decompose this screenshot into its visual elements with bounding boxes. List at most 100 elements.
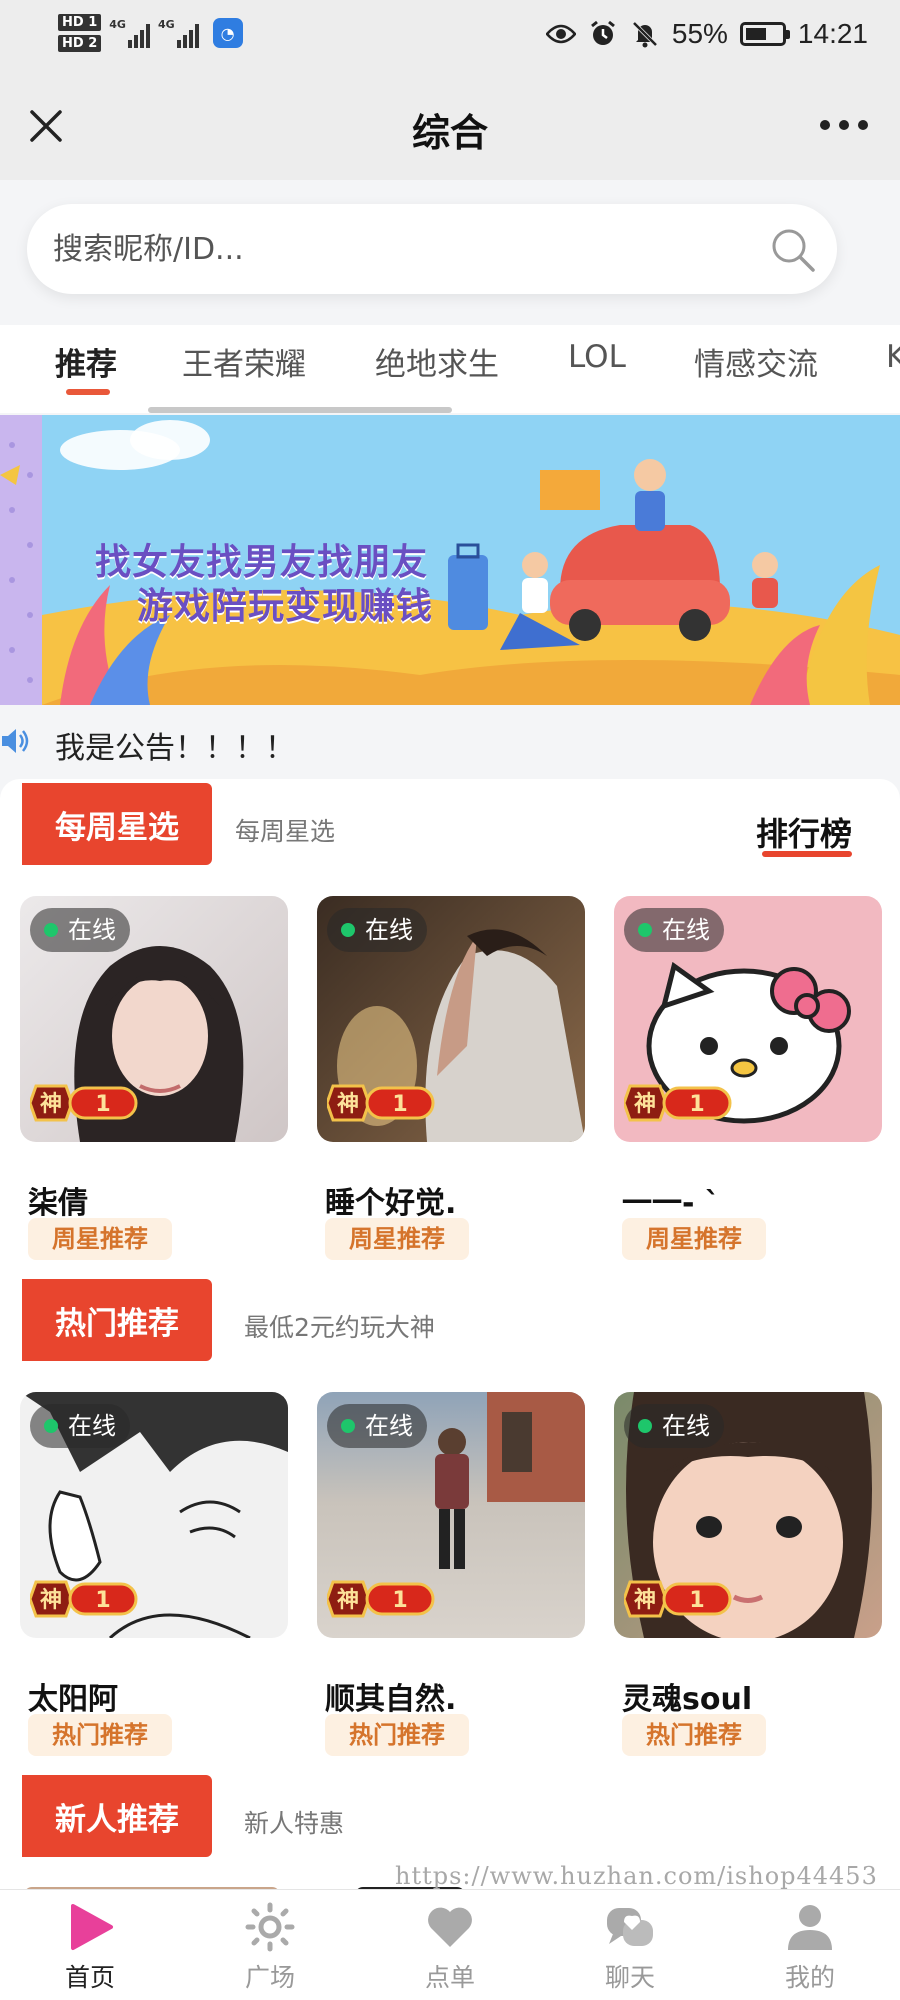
online-status-badge: 在线 bbox=[327, 1404, 427, 1448]
alarm-icon bbox=[588, 19, 618, 49]
tab-pubg[interactable]: 绝地求生 bbox=[375, 339, 499, 384]
rank-number: 1 bbox=[392, 1092, 407, 1117]
rank-number: 1 bbox=[689, 1092, 704, 1117]
nav-bar: 综合 bbox=[0, 78, 900, 180]
user-tag: 周星推荐 bbox=[622, 1218, 766, 1260]
tab-active-indicator bbox=[66, 389, 110, 395]
user-name: 顺其自然. bbox=[325, 1682, 457, 1717]
nav-square-label: 广场 bbox=[244, 1963, 295, 1992]
online-status-badge: 在线 bbox=[30, 1404, 130, 1448]
section-subtitle-hot: 最低2元约玩大神 bbox=[244, 1313, 435, 1342]
section-subtitle-newcomers: 新人特惠 bbox=[244, 1809, 345, 1838]
nav-home[interactable]: 首页 bbox=[0, 1890, 180, 2000]
clock: 14:21 bbox=[797, 18, 868, 49]
tabs-scrollbar[interactable] bbox=[148, 407, 452, 413]
play-icon bbox=[65, 1902, 115, 1952]
battery-percent: 55% bbox=[671, 18, 728, 49]
rank-number: 1 bbox=[392, 1588, 407, 1613]
user-photo: 在线 神 1 bbox=[20, 1392, 288, 1638]
rank-char: 神 bbox=[40, 1091, 62, 1117]
user-card[interactable]: 在线 神1 灵魂soul 热门推荐 bbox=[614, 1392, 882, 1756]
rank-char: 神 bbox=[634, 1091, 656, 1117]
section-title-newcomers: 新人推荐 bbox=[22, 1775, 212, 1857]
sim2-label: HD 2 bbox=[58, 35, 102, 52]
user-card[interactable]: 在线 神1 一一- ` 周星推荐 bbox=[614, 896, 882, 1260]
eye-icon bbox=[545, 19, 576, 49]
search-area bbox=[0, 180, 900, 325]
more-icon[interactable] bbox=[820, 120, 868, 130]
status-right: 55% 14:21 bbox=[545, 18, 868, 50]
online-status-badge: 在线 bbox=[624, 1404, 724, 1448]
tab-k[interactable]: K bbox=[886, 339, 900, 375]
leaderboard-link[interactable]: 排行榜 bbox=[756, 809, 852, 855]
section-title-weekly-stars: 每周星选 bbox=[22, 783, 212, 865]
user-tag: 热门推荐 bbox=[325, 1714, 469, 1756]
signal-2-icon: 4G bbox=[158, 18, 199, 48]
status-left: HD 1 HD 2 4G 4G ◔ bbox=[58, 14, 243, 52]
user-photo: 在线 神1 bbox=[20, 896, 288, 1142]
search-box[interactable] bbox=[27, 204, 837, 294]
section-title-hot: 热门推荐 bbox=[22, 1279, 212, 1361]
search-input[interactable] bbox=[53, 204, 753, 294]
nav-mine[interactable]: 我的 bbox=[720, 1890, 900, 2000]
user-tag: 热门推荐 bbox=[622, 1714, 766, 1756]
mute-bell-icon bbox=[630, 19, 660, 49]
user-card[interactable]: 在线 神1 柒倩 周星推荐 bbox=[20, 896, 288, 1260]
sim-indicators: HD 1 HD 2 bbox=[58, 14, 102, 52]
user-card[interactable]: 在线 神1 睡个好觉. 周星推荐 bbox=[317, 896, 585, 1260]
user-photo: 在线 神1 bbox=[614, 896, 882, 1142]
sun-icon bbox=[245, 1902, 295, 1952]
announcement-bar[interactable]: 我是公告！！！！ bbox=[0, 705, 900, 779]
user-name: 柒倩 bbox=[28, 1186, 88, 1221]
god-rank-badge: 神1 bbox=[28, 1078, 142, 1128]
section-subtitle-weekly-stars: 每周星选 bbox=[235, 817, 336, 846]
user-tag: 热门推荐 bbox=[28, 1714, 172, 1756]
user-tag: 周星推荐 bbox=[28, 1218, 172, 1260]
category-tabs: 推荐 王者荣耀 绝地求生 LOL 情感交流 K bbox=[0, 325, 900, 413]
god-rank-badge: 神1 bbox=[325, 1574, 439, 1624]
online-status-badge: 在线 bbox=[624, 908, 724, 952]
rank-char: 神 bbox=[337, 1587, 359, 1613]
tab-recommend[interactable]: 推荐 bbox=[55, 339, 117, 384]
rank-number: 1 bbox=[95, 1588, 110, 1613]
sim1-label: HD 1 bbox=[58, 14, 102, 31]
leaderboard-underline bbox=[762, 851, 852, 857]
rank-number: 1 bbox=[689, 1588, 704, 1613]
search-icon[interactable] bbox=[769, 226, 817, 274]
speaker-icon bbox=[0, 725, 30, 757]
user-icon bbox=[785, 1902, 835, 1952]
tab-honor-of-kings[interactable]: 王者荣耀 bbox=[182, 339, 306, 384]
banner-line-2: 游戏陪玩变现赚钱 bbox=[137, 586, 434, 627]
signal-1-icon: 4G bbox=[109, 18, 150, 48]
user-photo: 在线 神1 bbox=[317, 1392, 585, 1638]
bottom-nav: 首页 广场 点单 聊天 我的 bbox=[0, 1889, 900, 2000]
god-rank-badge: 神1 bbox=[622, 1078, 736, 1128]
user-name: 太阳阿 bbox=[28, 1682, 118, 1717]
announcement-text: 我是公告！！！！ bbox=[55, 731, 295, 766]
promo-banner[interactable]: 找女友找男友找朋友 游戏陪玩变现赚钱 bbox=[0, 415, 900, 705]
nav-square[interactable]: 广场 bbox=[180, 1890, 360, 2000]
watermark: https://www.huzhan.com/ishop44453 bbox=[395, 1862, 878, 1890]
battery-icon bbox=[739, 22, 790, 46]
nav-home-label: 首页 bbox=[64, 1963, 115, 1992]
user-tag: 周星推荐 bbox=[325, 1218, 469, 1260]
online-status-badge: 在线 bbox=[327, 908, 427, 952]
user-card[interactable]: 在线 神 1 太阳阿 热门推荐 bbox=[20, 1392, 288, 1756]
nav-order[interactable]: 点单 bbox=[360, 1890, 540, 2000]
user-photo: 在线 神1 bbox=[317, 896, 585, 1142]
nav-chat[interactable]: 聊天 bbox=[540, 1890, 720, 2000]
user-name: 灵魂soul bbox=[622, 1682, 753, 1717]
god-rank-badge: 神1 bbox=[622, 1574, 736, 1624]
user-card[interactable]: 在线 神1 顺其自然. 热门推荐 bbox=[317, 1392, 585, 1756]
tab-emotional-chat[interactable]: 情感交流 bbox=[694, 339, 818, 384]
god-rank-badge: 神1 bbox=[325, 1078, 439, 1128]
net1-label: 4G bbox=[109, 18, 126, 31]
heart-icon bbox=[425, 1902, 475, 1952]
tab-lol[interactable]: LOL bbox=[568, 339, 626, 375]
online-status-badge: 在线 bbox=[30, 908, 130, 952]
rank-char: 神 bbox=[40, 1587, 62, 1613]
app-notification-icon: ◔ bbox=[212, 18, 243, 48]
rank-number: 1 bbox=[95, 1092, 110, 1117]
chat-icon bbox=[605, 1902, 655, 1952]
user-photo: 在线 神1 bbox=[614, 1392, 882, 1638]
